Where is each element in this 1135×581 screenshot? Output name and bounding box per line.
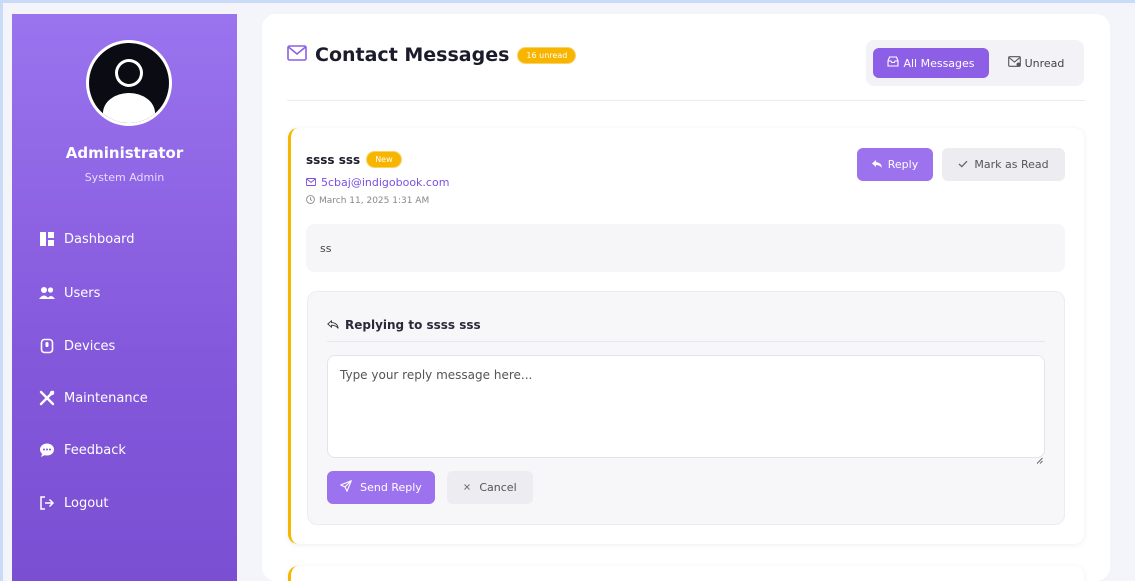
sidebar-item-label: Maintenance — [64, 390, 148, 406]
sidebar-item-label: Devices — [64, 338, 116, 354]
sender-email[interactable]: 5cbaj@indigobook.com — [306, 176, 449, 189]
admin-name: Administrator — [65, 144, 184, 162]
reply-message-input[interactable] — [327, 355, 1045, 458]
cancel-reply-button[interactable]: Cancel — [447, 471, 533, 504]
send-reply-label: Send Reply — [360, 481, 422, 494]
sidebar-item-users[interactable]: Users — [38, 282, 100, 304]
sidebar-item-label: Logout — [64, 495, 109, 511]
inbox-icon — [887, 56, 900, 70]
new-badge: New — [366, 151, 402, 168]
message-body-text: ss — [320, 241, 332, 255]
message-date: March 11, 2025 1:31 AM — [306, 195, 429, 207]
unread-filter-label: Unread — [1024, 56, 1065, 70]
message-body: ss — [306, 224, 1065, 272]
sidebar-item-dashboard[interactable]: Dashboard — [38, 228, 135, 250]
unread-filter-button[interactable]: Unread — [999, 48, 1073, 78]
unread-count-badge: 16 unread — [517, 46, 577, 64]
reply-title: Replying to ssss sss — [327, 318, 481, 332]
feedback-icon — [38, 441, 56, 459]
users-icon — [38, 284, 56, 302]
sidebar-item-devices[interactable]: Devices — [38, 335, 115, 357]
cancel-reply-label: Cancel — [479, 481, 517, 494]
all-messages-label: All Messages — [903, 56, 975, 70]
message-date-text: March 11, 2025 1:31 AM — [319, 196, 430, 206]
resize-grip-icon[interactable] — [1036, 449, 1043, 468]
admin-role: System Admin — [84, 171, 165, 184]
unread-envelope-icon — [1007, 56, 1021, 70]
check-icon — [958, 158, 968, 171]
all-messages-button[interactable]: All Messages — [873, 48, 989, 78]
mark-as-read-label: Mark as Read — [974, 158, 1049, 171]
sidebar-item-label: Users — [64, 285, 101, 301]
reply-button[interactable]: Reply — [857, 148, 933, 181]
reply-divider — [327, 341, 1045, 342]
user-icon — [89, 43, 169, 123]
logout-icon — [38, 494, 56, 512]
sidebar-item-label: Dashboard — [64, 231, 135, 247]
sender-name: ssss sss — [306, 152, 361, 167]
next-message-card — [288, 566, 1084, 581]
envelope-icon — [306, 176, 316, 189]
reply-button-label: Reply — [887, 158, 919, 171]
send-reply-button[interactable]: Send Reply — [327, 471, 435, 504]
sender-row: ssss sss New — [306, 151, 402, 168]
close-icon — [463, 481, 471, 494]
avatar — [86, 40, 172, 126]
sidebar-item-feedback[interactable]: Feedback — [38, 439, 126, 461]
dashboard-icon — [38, 230, 56, 248]
sidebar-item-label: Feedback — [64, 442, 126, 458]
sender-email-text: 5cbaj@indigobook.com — [321, 176, 450, 189]
reply-icon — [327, 318, 339, 332]
maintenance-icon — [38, 389, 56, 407]
reply-arrow-icon — [871, 158, 882, 171]
header-divider — [287, 100, 1085, 101]
send-icon — [340, 480, 353, 495]
page-title-text: Contact Messages — [315, 44, 510, 66]
envelope-icon — [287, 45, 307, 65]
sidebar-item-logout[interactable]: Logout — [38, 492, 109, 514]
mark-as-read-button[interactable]: Mark as Read — [942, 148, 1065, 181]
page-title: Contact Messages 16 unread — [287, 44, 577, 66]
devices-icon — [38, 337, 56, 355]
sidebar-item-maintenance[interactable]: Maintenance — [38, 387, 148, 409]
reply-title-text: Replying to ssss sss — [345, 318, 481, 332]
clock-icon — [306, 195, 315, 207]
